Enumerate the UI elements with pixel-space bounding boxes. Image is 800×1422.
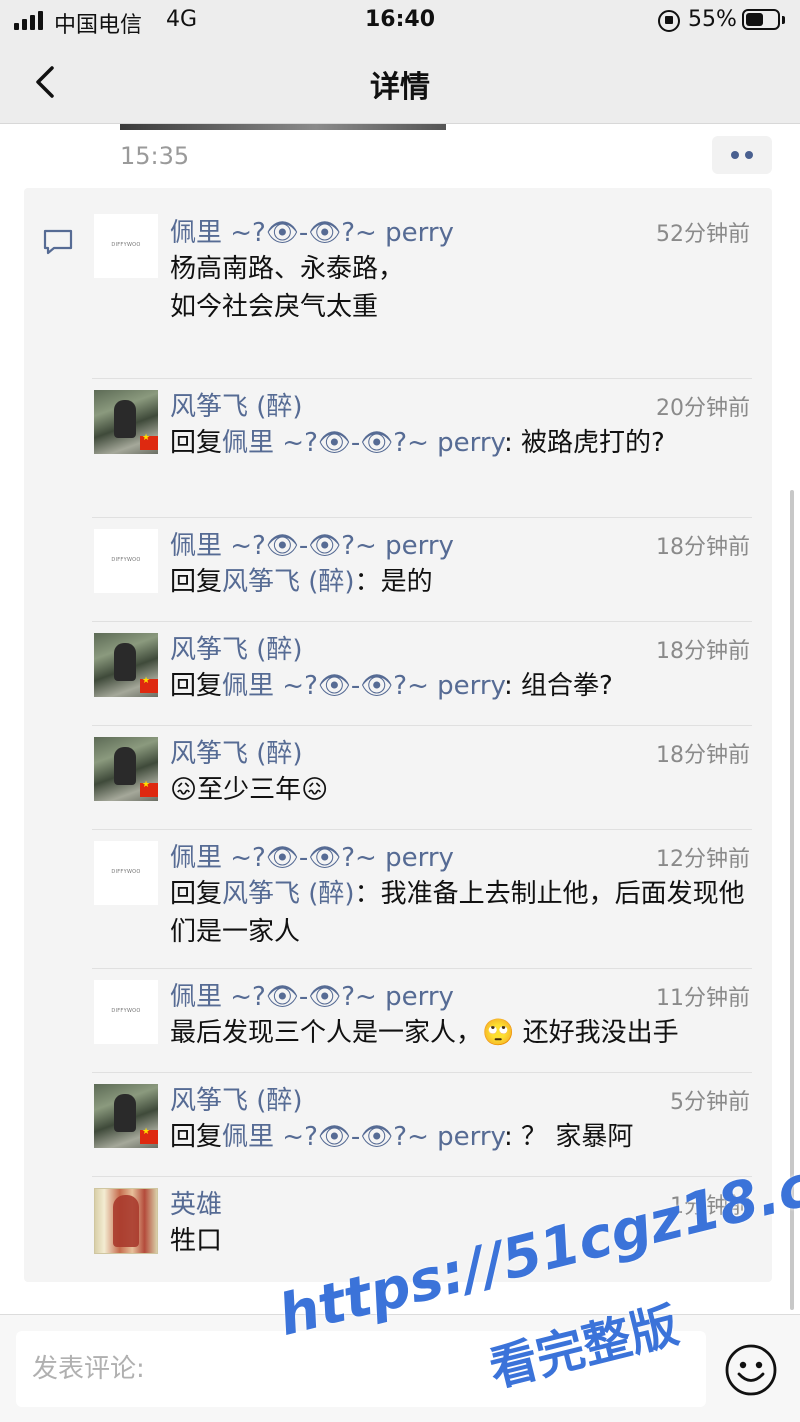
comment-author[interactable]: 佩里 ~?👁-👁?~ perry bbox=[170, 525, 454, 562]
comment-time: 20分钟前 bbox=[656, 396, 750, 421]
reply-target[interactable]: 风筝飞 (醉) bbox=[222, 879, 355, 909]
avatar[interactable]: DIFFYWOO bbox=[94, 529, 158, 593]
comment-author[interactable]: 佩里 ~?👁-👁?~ perry bbox=[170, 837, 454, 874]
comment-time: 12分钟前 bbox=[656, 847, 750, 872]
comment-item[interactable]: DIFFYWOO 佩里 ~?👁-👁?~ perry 52分钟前 杨高南路、永泰路… bbox=[24, 188, 772, 378]
comment-item[interactable]: 风筝飞 (醉) 18分钟前 回复佩里 ~?👁-👁?~ perry: 组合拳? bbox=[24, 621, 772, 725]
divider bbox=[92, 968, 752, 969]
emoji-icon[interactable] bbox=[724, 1343, 778, 1397]
comment-item[interactable]: 风筝飞 (醉) 5分钟前 回复佩里 ~?👁-👁?~ perry: ？ 家暴阿 bbox=[24, 1072, 772, 1176]
post-image-edge[interactable] bbox=[120, 124, 446, 130]
reply-target[interactable]: 佩里 ~?👁-👁?~ perry bbox=[222, 1122, 504, 1152]
avatar[interactable]: DIFFYWOO bbox=[94, 214, 158, 278]
comment-text: 😖至少三年😖 bbox=[170, 775, 329, 805]
comment-item[interactable]: 英雄 1分钟前 牲口 bbox=[24, 1176, 772, 1280]
comment-time: 11分钟前 bbox=[656, 986, 750, 1011]
comment-item[interactable]: DIFFYWOO 佩里 ~?👁-👁?~ perry 11分钟前 最后发现三个人是… bbox=[24, 968, 772, 1072]
comment-item[interactable]: 风筝飞 (醉) 20分钟前 回复佩里 ~?👁-👁?~ perry: 被路虎打的? bbox=[24, 378, 772, 517]
avatar[interactable]: DIFFYWOO bbox=[94, 980, 158, 1044]
comment-text: 回复佩里 ~?👁-👁?~ perry: 被路虎打的? bbox=[170, 428, 665, 458]
comment-time: 5分钟前 bbox=[670, 1090, 750, 1115]
reply-target[interactable]: 佩里 ~?👁-👁?~ perry bbox=[222, 428, 504, 458]
avatar[interactable] bbox=[94, 1188, 158, 1254]
page-title: 详情 bbox=[370, 70, 430, 105]
comment-text: 牲口 bbox=[170, 1226, 223, 1256]
comment-time: 1分钟前 bbox=[670, 1194, 750, 1219]
reply-target[interactable]: 佩里 ~?👁-👁?~ perry bbox=[222, 671, 504, 701]
comment-text: 回复佩里 ~?👁-👁?~ perry: 组合拳? bbox=[170, 671, 613, 701]
comment-time: 18分钟前 bbox=[656, 743, 750, 768]
comment-text: 回复佩里 ~?👁-👁?~ perry: ？ 家暴阿 bbox=[170, 1122, 634, 1152]
comment-author[interactable]: 风筝飞 (醉) bbox=[170, 733, 303, 770]
battery-icon bbox=[742, 9, 780, 30]
comment-text: 回复风筝飞 (醉)：是的 bbox=[170, 567, 433, 597]
comment-item[interactable]: 风筝飞 (醉) 18分钟前 😖至少三年😖 bbox=[24, 725, 772, 829]
post-detail: 15:35 DIFFYWOO 佩里 ~?👁-👁?~ perry 52分钟前 杨高… bbox=[0, 124, 800, 1314]
divider bbox=[92, 378, 752, 379]
comment-item[interactable]: DIFFYWOO 佩里 ~?👁-👁?~ perry 12分钟前 回复风筝飞 (醉… bbox=[24, 829, 772, 968]
comment-text: 最后发现三个人是一家人，🙄 还好我没出手 bbox=[170, 1018, 679, 1048]
comment-author[interactable]: 风筝飞 (醉) bbox=[170, 386, 303, 423]
comment-author[interactable]: 佩里 ~?👁-👁?~ perry bbox=[170, 976, 454, 1013]
comment-author[interactable]: 风筝飞 (醉) bbox=[170, 629, 303, 666]
more-options-button[interactable] bbox=[712, 136, 772, 174]
divider bbox=[92, 621, 752, 622]
scrollbar[interactable] bbox=[790, 490, 794, 1310]
divider bbox=[92, 725, 752, 726]
comment-time: 52分钟前 bbox=[656, 222, 750, 247]
comments-panel: DIFFYWOO 佩里 ~?👁-👁?~ perry 52分钟前 杨高南路、永泰路… bbox=[24, 188, 772, 1282]
battery-percent: 55% bbox=[688, 7, 737, 32]
comment-input-bar bbox=[0, 1314, 800, 1422]
divider bbox=[92, 1176, 752, 1177]
comment-text: 回复风筝飞 (醉)：我准备上去制止他，后面发现他们是一家人 bbox=[170, 879, 745, 947]
divider bbox=[92, 517, 752, 518]
avatar[interactable] bbox=[94, 633, 158, 697]
avatar[interactable] bbox=[94, 737, 158, 801]
comment-text: 杨高南路、永泰路， 如今社会戾气太重 bbox=[170, 254, 405, 322]
avatar[interactable] bbox=[94, 1084, 158, 1148]
status-time: 16:40 bbox=[364, 7, 436, 32]
status-bar: 中国电信 4G 16:40 55% bbox=[0, 0, 800, 42]
comment-input[interactable] bbox=[16, 1331, 706, 1407]
comment-author[interactable]: 英雄 bbox=[170, 1184, 222, 1221]
comment-item[interactable]: DIFFYWOO 佩里 ~?👁-👁?~ perry 18分钟前 回复风筝飞 (醉… bbox=[24, 517, 772, 621]
rotation-lock-icon bbox=[658, 10, 680, 32]
post-time: 15:35 bbox=[120, 142, 190, 170]
battery-nub bbox=[782, 16, 785, 24]
reply-target[interactable]: 风筝飞 (醉) bbox=[222, 567, 355, 597]
comment-time: 18分钟前 bbox=[656, 535, 750, 560]
comment-author[interactable]: 佩里 ~?👁-👁?~ perry bbox=[170, 212, 454, 249]
battery-level bbox=[746, 13, 763, 26]
avatar[interactable] bbox=[94, 390, 158, 454]
nav-bar: 详情 bbox=[0, 42, 800, 124]
divider bbox=[92, 829, 752, 830]
avatar[interactable]: DIFFYWOO bbox=[94, 841, 158, 905]
comment-author[interactable]: 风筝飞 (醉) bbox=[170, 1080, 303, 1117]
comment-time: 18分钟前 bbox=[656, 639, 750, 664]
divider bbox=[92, 1072, 752, 1073]
